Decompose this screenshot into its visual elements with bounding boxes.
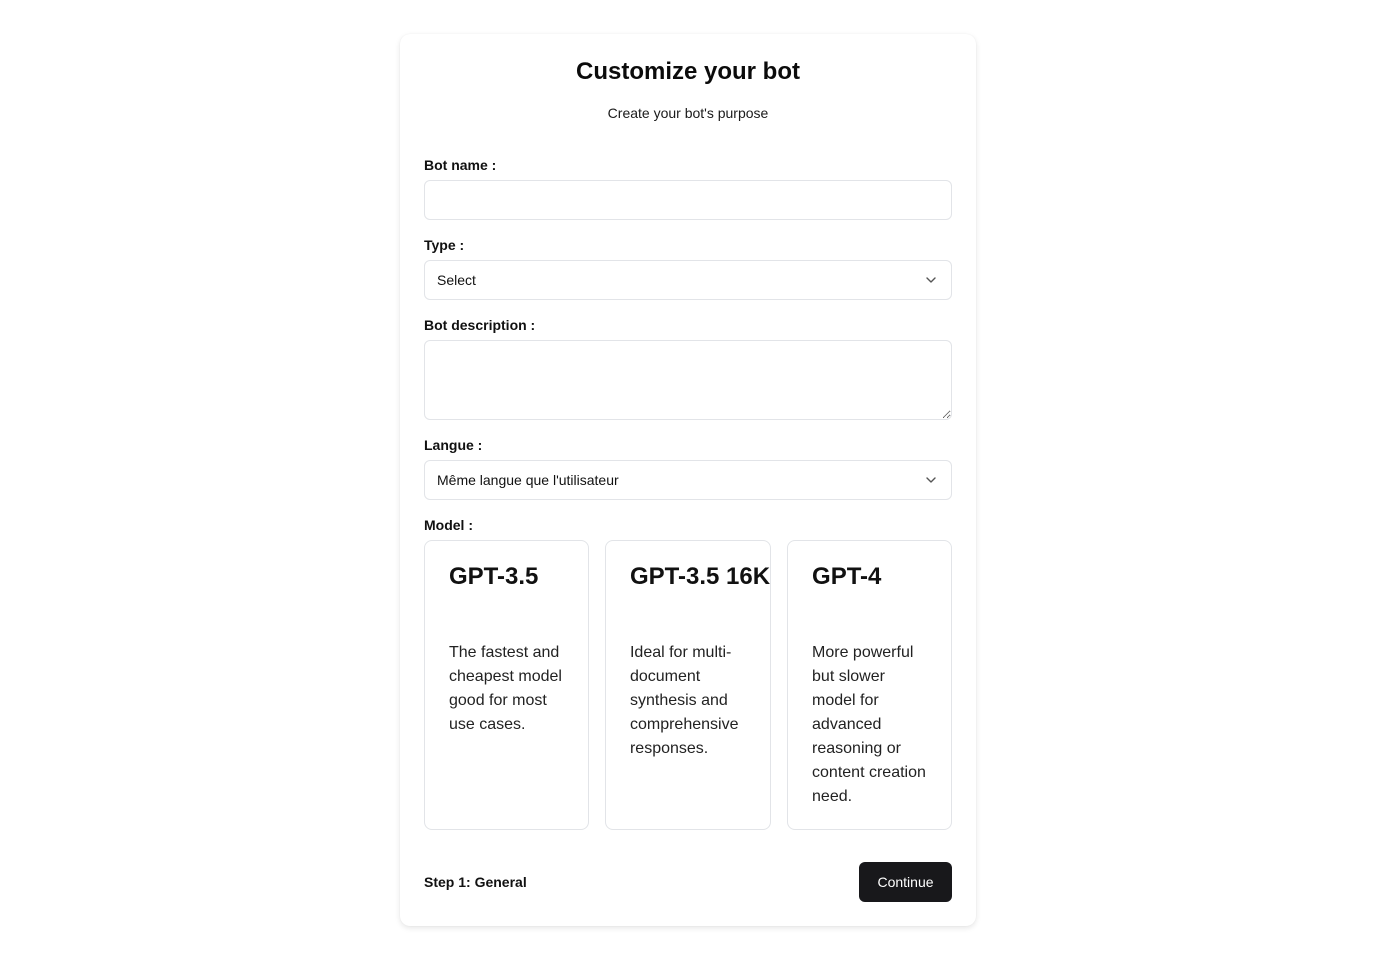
bot-description-label: Bot description : xyxy=(424,317,536,333)
model-options: GPT-3.5 The fastest and cheapest model g… xyxy=(424,540,952,830)
language-label: Langue : xyxy=(424,437,483,453)
chevron-down-icon xyxy=(926,277,936,283)
type-select[interactable]: Select xyxy=(424,260,952,300)
bot-description-textarea[interactable] xyxy=(424,340,952,420)
model-card-gpt-3-5[interactable]: GPT-3.5 The fastest and cheapest model g… xyxy=(424,540,589,830)
model-description: The fastest and cheapest model good for … xyxy=(449,644,562,733)
bot-name-input[interactable] xyxy=(424,180,952,220)
model-label: Model : xyxy=(424,517,473,533)
model-name: GPT-4 xyxy=(812,563,882,590)
model-description: More powerful but slower model for advan… xyxy=(812,644,926,805)
model-card-gpt-3-5-16k[interactable]: GPT-3.5 16K Ideal for multi-document syn… xyxy=(604,540,772,830)
page-subtitle: Create your bot's purpose xyxy=(607,105,769,121)
page-title: Customize your bot xyxy=(575,58,800,85)
model-name: GPT-3.5 16K xyxy=(629,563,771,590)
bot-setup-card: Customize your bot Create your bot's pur… xyxy=(400,34,976,926)
type-select-value: Select xyxy=(437,272,476,288)
model-card-gpt-4[interactable]: GPT-4 More powerful but slower model for… xyxy=(787,540,952,830)
continue-button[interactable]: Continue xyxy=(859,862,952,902)
language-select-value: Même langue que l'utilisateur xyxy=(437,472,619,488)
chevron-down-icon xyxy=(926,477,936,483)
language-select[interactable]: Même langue que l'utilisateur xyxy=(424,460,952,500)
model-description: Ideal for multi-document synthesis and c… xyxy=(629,644,739,757)
step-indicator: Step 1: General xyxy=(424,874,527,890)
model-name: GPT-3.5 xyxy=(449,563,539,590)
bot-name-label: Bot name : xyxy=(424,157,497,173)
type-label: Type : xyxy=(424,237,465,253)
